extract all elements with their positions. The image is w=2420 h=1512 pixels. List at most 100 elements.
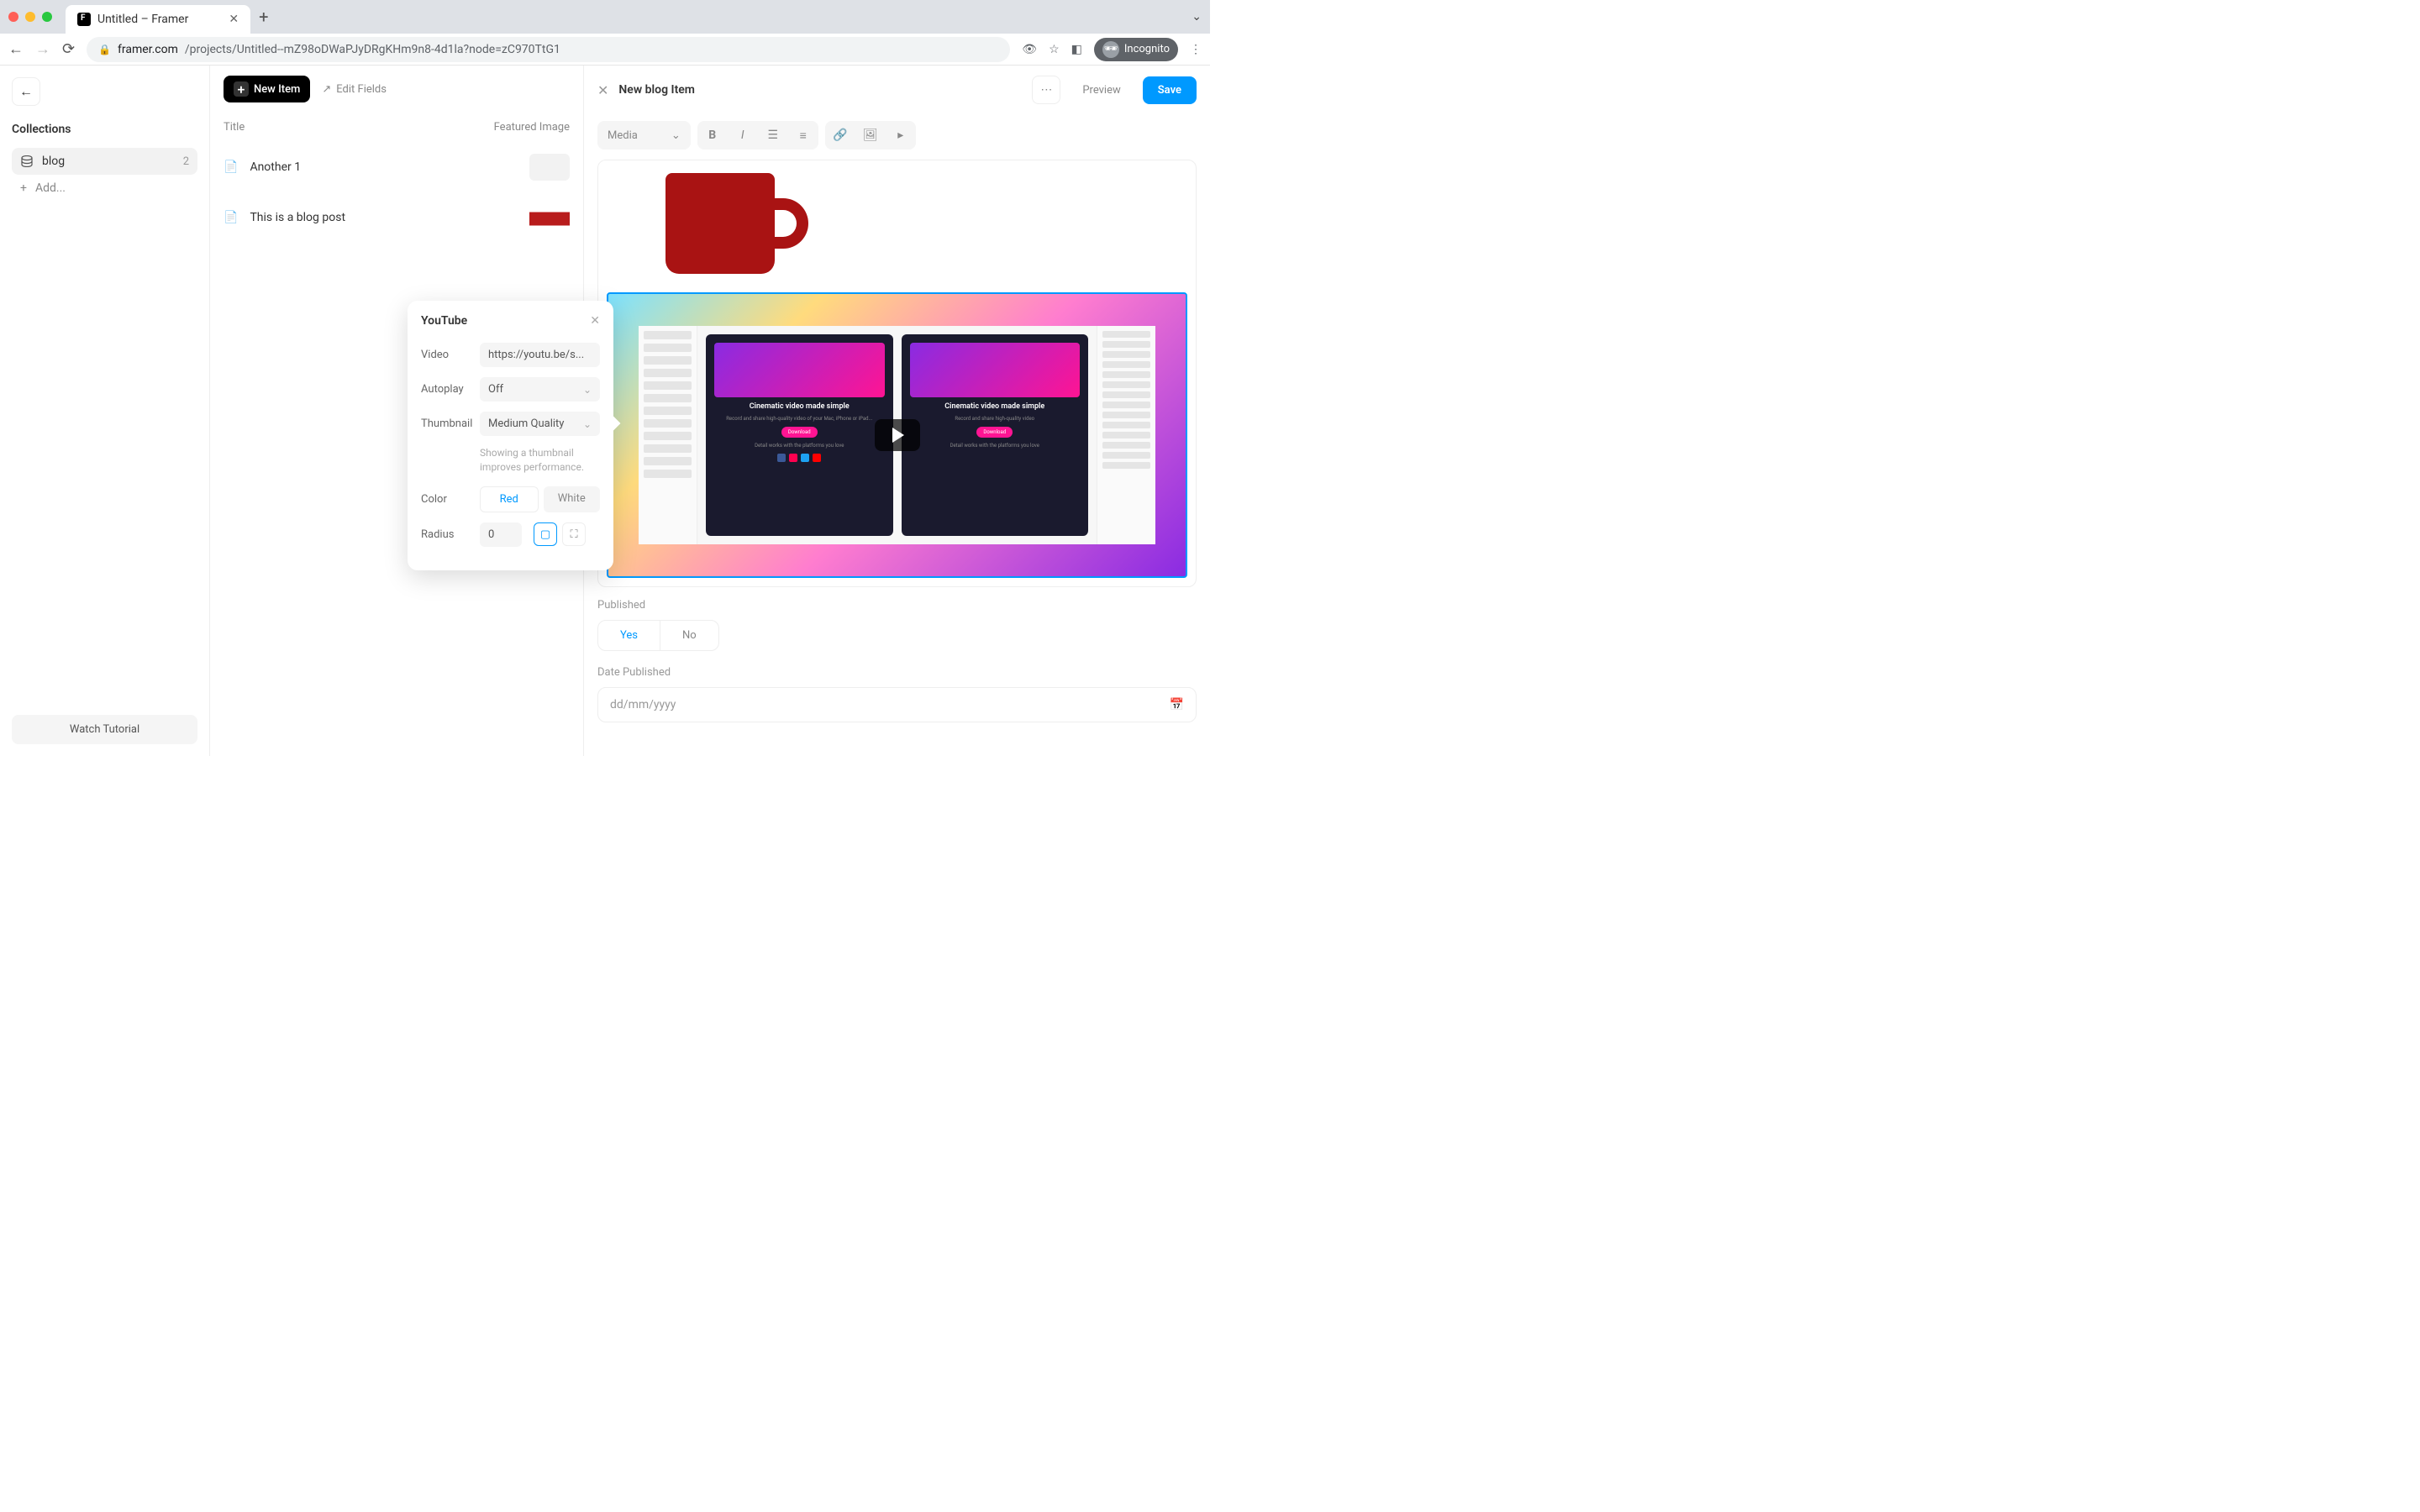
link-button[interactable]: 🔗 (825, 121, 855, 150)
published-toggle: Yes No (597, 620, 719, 651)
more-options-button[interactable]: ⋯ (1032, 76, 1060, 104)
color-option-red[interactable]: Red (480, 486, 539, 512)
address-bar[interactable]: 🔒 framer.com/projects/Untitled--mZ98oDWa… (87, 37, 1010, 62)
rich-text-toolbar: Media ⌄ B I ☰ ≡ 🔗 🖼 ▸ (584, 114, 1210, 156)
add-collection-button[interactable]: + Add... (12, 175, 197, 202)
featured-image-thumb (529, 154, 570, 181)
bold-button[interactable]: B (697, 121, 728, 150)
thumbnail-hint: Showing a thumbnail improves performance… (480, 446, 600, 475)
video-label: Video (421, 349, 473, 361)
featured-image-thumb (529, 204, 570, 231)
editor-panel: ✕ New blog Item ⋯ Preview Save Media ⌄ B… (584, 66, 1210, 756)
calendar-icon: 📅 (1170, 698, 1184, 711)
add-label: Add... (35, 181, 66, 195)
document-icon: 📄 (224, 211, 238, 224)
incognito-badge: 🕶 Incognito (1094, 38, 1178, 61)
editor-content[interactable]: ⊞InsertLayoutCMSTextFrameTextCMS Desktop… (597, 160, 1197, 587)
browser-tab[interactable]: Untitled – Framer ✕ (66, 5, 250, 34)
edit-fields-button[interactable]: ↗ Edit Fields (322, 83, 387, 96)
save-button[interactable]: Save (1143, 76, 1197, 104)
tabs-overflow-icon[interactable]: ⌄ (1192, 10, 1202, 24)
image-button[interactable]: 🖼 (855, 121, 886, 150)
date-published-input[interactable]: dd/mm/yyyy 📅 (597, 687, 1197, 722)
url-path: /projects/Untitled--mZ98oDWaPJyDRgKHm9n8… (185, 43, 560, 56)
autoplay-label: Autoplay (421, 383, 473, 396)
table-row[interactable]: 📄 Another 1 (210, 142, 583, 192)
close-window-icon[interactable] (8, 12, 18, 22)
close-popover-button[interactable]: ✕ (590, 314, 600, 328)
published-no-option[interactable]: No (660, 621, 718, 650)
browser-tab-bar: Untitled – Framer ✕ + ⌄ (0, 0, 1210, 34)
forward-button: → (35, 40, 50, 58)
watch-tutorial-button[interactable]: Watch Tutorial (12, 715, 197, 744)
items-list-panel: + New Item ↗ Edit Fields Title Featured … (210, 66, 584, 756)
video-button[interactable]: ▸ (886, 121, 916, 150)
table-row[interactable]: 📄 This is a blog post (210, 192, 583, 243)
new-item-button[interactable]: + New Item (224, 76, 310, 102)
preview-button[interactable]: Preview (1071, 77, 1132, 103)
lock-icon: 🔒 (98, 44, 111, 55)
row-title: This is a blog post (250, 211, 518, 224)
collections-heading: Collections (12, 123, 197, 136)
thumbnail-select[interactable]: Medium Quality ⌄ (480, 412, 600, 436)
url-domain: framer.com (118, 43, 178, 56)
radius-label: Radius (421, 528, 473, 541)
plus-icon: + (234, 81, 249, 97)
date-published-label: Date Published (597, 666, 1197, 679)
youtube-embed-block[interactable]: ⊞InsertLayoutCMSTextFrameTextCMS Desktop… (607, 292, 1187, 578)
bullet-list-button[interactable]: ☰ (758, 121, 788, 150)
incognito-label: Incognito (1124, 43, 1170, 55)
chevron-down-icon: ⌄ (583, 418, 592, 430)
browser-toolbar: ← → ⟳ 🔒 framer.com/projects/Untitled--mZ… (0, 34, 1210, 66)
video-preview-card: Cinematic video made simple Record and s… (902, 334, 1089, 536)
minimize-window-icon[interactable] (25, 12, 35, 22)
color-label: Color (421, 493, 473, 506)
video-url-input[interactable]: https://youtu.be/s... (480, 343, 600, 367)
incognito-icon: 🕶 (1102, 41, 1119, 58)
column-featured-image: Featured Image (494, 121, 570, 134)
video-preview-inspector (1097, 326, 1155, 544)
plus-icon: + (20, 181, 27, 195)
popover-title: YouTube (421, 314, 467, 328)
table-header: Title Featured Image (210, 113, 583, 142)
video-preview-sidebar (639, 326, 697, 544)
autoplay-select[interactable]: Off ⌄ (480, 377, 600, 402)
framer-favicon-icon (77, 13, 91, 26)
collection-count: 2 (183, 155, 189, 168)
thumbnail-label: Thumbnail (421, 417, 473, 430)
color-option-white[interactable]: White (544, 486, 601, 512)
numbered-list-button[interactable]: ≡ (788, 121, 818, 150)
tab-title: Untitled – Framer (97, 13, 188, 26)
chevron-down-icon: ⌄ (583, 384, 592, 396)
extensions-icon[interactable]: ◧ (1071, 43, 1082, 56)
play-button-icon[interactable] (875, 419, 920, 451)
new-tab-button[interactable]: + (259, 7, 268, 27)
eye-off-icon[interactable]: 👁 (1022, 43, 1037, 56)
radius-per-corner-icon[interactable]: ⛶ (562, 522, 586, 546)
italic-button[interactable]: I (728, 121, 758, 150)
document-icon: 📄 (224, 160, 238, 174)
back-to-project-button[interactable]: ← (12, 77, 40, 106)
reload-button[interactable]: ⟳ (62, 40, 75, 58)
radius-input[interactable]: 0 (480, 522, 522, 547)
close-tab-icon[interactable]: ✕ (229, 13, 239, 26)
kebab-menu-icon[interactable]: ⋮ (1190, 43, 1202, 56)
edit-icon: ↗ (322, 83, 331, 96)
window-controls (8, 12, 52, 22)
row-title: Another 1 (250, 160, 518, 174)
collection-name: blog (42, 155, 65, 168)
video-preview-card: Cinematic video made simple Record and s… (706, 334, 893, 536)
column-title: Title (224, 121, 494, 134)
radius-uniform-icon[interactable]: ▢ (534, 522, 557, 546)
maximize-window-icon[interactable] (42, 12, 52, 22)
back-button[interactable]: ← (8, 40, 24, 58)
bookmark-star-icon[interactable]: ☆ (1049, 43, 1060, 56)
chevron-down-icon: ⌄ (671, 129, 681, 142)
published-yes-option[interactable]: Yes (598, 621, 660, 650)
image-block[interactable] (598, 160, 1196, 282)
published-label: Published (597, 599, 1197, 612)
collection-item-blog[interactable]: blog 2 (12, 148, 197, 175)
youtube-settings-popover: YouTube ✕ Video https://youtu.be/s... Au… (408, 301, 613, 570)
block-type-select[interactable]: Media ⌄ (597, 121, 691, 150)
close-editor-button[interactable]: ✕ (597, 82, 608, 98)
